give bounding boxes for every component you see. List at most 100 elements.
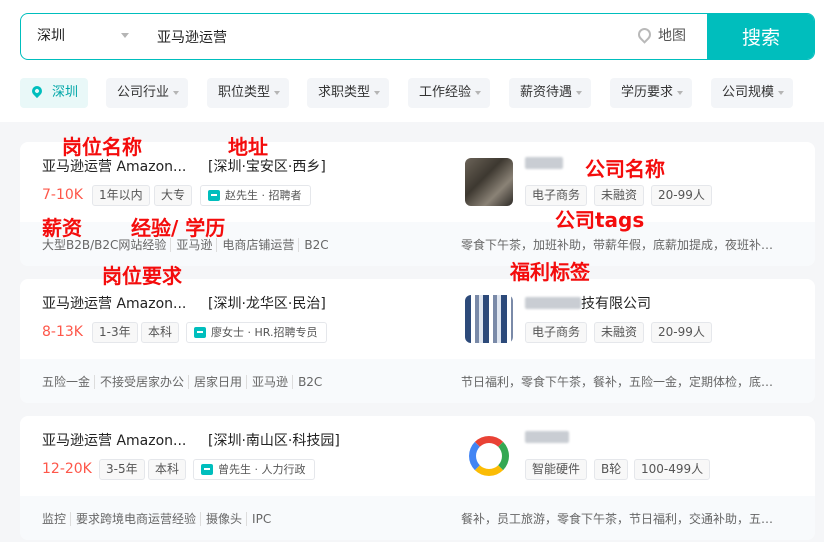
skill-tags: 监控 要求跨境电商运营经验 摄像头 IPC <box>42 510 276 527</box>
company-industry-tag: 智能硬件 <box>525 459 588 480</box>
map-label: 地图 <box>658 28 686 44</box>
welfare-tags: 餐补，员工旅游，零食下午茶，节日福利，交通补助，五险... <box>461 512 781 526</box>
chevron-down-icon[interactable] <box>121 33 129 38</box>
caret-down-icon <box>475 91 481 95</box>
skill-tag: 不接受居家办公 <box>94 375 189 389</box>
company-industry-tag: 电子商务 <box>525 185 588 206</box>
annotation-company-name: 公司名称 <box>585 157 665 181</box>
annotation-company-tags: 公司tags <box>555 208 645 232</box>
logo-ring-icon <box>469 436 509 476</box>
job-card[interactable]: 亚马逊运营 Amazon... [深圳·龙华区·民治] 8-13K 1-3年 本… <box>20 279 815 403</box>
skill-tag: 摄像头 <box>200 512 247 526</box>
hr-contact[interactable]: 廖女士 · HR.招聘专员 <box>186 322 327 343</box>
company-industry-tag: 电子商务 <box>525 322 588 343</box>
job-card[interactable]: 亚马逊运营 Amazon... [深圳·宝安区·西乡] 7-10K 1年以内 大… <box>20 142 815 266</box>
skill-tags: 五险一金 不接受居家办公 居家日用 亚马逊 B2C <box>42 373 327 390</box>
filter-label: 工作经验 <box>419 85 472 100</box>
city-select[interactable]: 深圳 <box>37 14 65 59</box>
filter-job-type[interactable]: 职位类型 <box>207 78 289 108</box>
skill-tag: 电商店铺运营 <box>216 238 299 252</box>
skill-tag: 亚马逊 <box>246 375 293 389</box>
hr-name: 廖女士 · HR.招聘专员 <box>211 326 318 339</box>
salary: 8-13K <box>42 324 83 340</box>
job-title[interactable]: 亚马逊运营 Amazon... <box>42 430 186 450</box>
map-button[interactable]: 地图 <box>635 14 686 59</box>
filter-label: 深圳 <box>52 85 79 100</box>
annotation-address: 地址 <box>228 135 268 159</box>
caret-down-icon <box>173 91 179 95</box>
map-pin-icon <box>635 25 654 44</box>
filter-salary[interactable]: 薪资待遇 <box>509 78 591 108</box>
company-name[interactable] <box>525 156 563 172</box>
annotation-job-title: 岗位名称 <box>62 135 142 159</box>
filter-education[interactable]: 学历要求 <box>610 78 692 108</box>
education-tag: 大专 <box>154 185 193 206</box>
job-card-main[interactable]: 亚马逊运营 Amazon... [深圳·南山区·科技园] 12-20K 3-5年… <box>20 416 815 496</box>
company-logo[interactable] <box>465 295 513 343</box>
welfare-tags: 零食下午茶，加班补助，带薪年假，底薪加提成，夜班补助... <box>461 238 781 252</box>
company-funding-tag: 未融资 <box>594 322 645 343</box>
company-logo[interactable] <box>465 432 513 480</box>
search-input[interactable] <box>157 22 627 52</box>
job-area: [深圳·龙华区·民治] <box>208 296 326 312</box>
filter-label: 公司行业 <box>117 85 170 100</box>
hr-contact[interactable]: 赵先生 · 招聘者 <box>200 185 311 206</box>
skill-tag: 五险一金 <box>42 375 91 389</box>
company-size-tag: 20-99人 <box>651 185 712 206</box>
company-size-tag: 20-99人 <box>651 322 712 343</box>
hr-name: 曾先生 · 人力行政 <box>218 463 306 476</box>
filter-label: 学历要求 <box>621 85 674 100</box>
job-card-footer: 监控 要求跨境电商运营经验 摄像头 IPC 餐补，员工旅游，零食下午茶，节日福利，交通… <box>20 496 815 540</box>
skill-tag: 监控 <box>42 512 67 526</box>
caret-down-icon <box>374 91 380 95</box>
job-card[interactable]: 亚马逊运营 Amazon... [深圳·南山区·科技园] 12-20K 3-5年… <box>20 416 815 540</box>
chat-icon <box>208 190 220 201</box>
blurred-text <box>525 431 569 443</box>
experience-tag: 3-5年 <box>99 459 145 480</box>
filter-seeking-type[interactable]: 求职类型 <box>307 78 389 108</box>
education-tag: 本科 <box>141 322 180 343</box>
filter-label: 公司规模 <box>722 85 775 100</box>
caret-down-icon <box>677 91 683 95</box>
annotation-experience-education: 经验/ 学历 <box>131 216 226 240</box>
job-card-main[interactable]: 亚马逊运营 Amazon... [深圳·龙华区·民治] 8-13K 1-3年 本… <box>20 279 815 359</box>
company-name[interactable]: 技有限公司 <box>525 293 651 313</box>
job-card-footer: 五险一金 不接受居家办公 居家日用 亚马逊 B2C 节日福利，零食下午茶，餐补，五险一金… <box>20 359 815 403</box>
filter-city[interactable]: 深圳 <box>20 78 88 108</box>
skill-tag: 居家日用 <box>188 375 247 389</box>
search-box: 深圳 地图 搜索 <box>20 13 815 60</box>
filter-label: 求职类型 <box>318 85 371 100</box>
filter-label: 职位类型 <box>218 85 271 100</box>
location-pin-icon <box>29 83 45 99</box>
caret-down-icon <box>274 91 280 95</box>
filter-company-size[interactable]: 公司规模 <box>711 78 793 108</box>
filter-experience[interactable]: 工作经验 <box>408 78 490 108</box>
company-funding-tag: B轮 <box>594 459 629 480</box>
company-size-tag: 100-499人 <box>634 459 711 480</box>
search-button[interactable]: 搜索 <box>707 14 814 59</box>
annotation-job-requirements: 岗位要求 <box>102 264 182 288</box>
search-header: 深圳 地图 搜索 深圳 公司行业 职位类型 求职类型 工作经验 薪资待遇 学历要… <box>0 0 824 122</box>
experience-tag: 1-3年 <box>92 322 138 343</box>
skill-tag: IPC <box>246 512 276 526</box>
skill-tag: B2C <box>292 375 327 389</box>
annotation-salary: 薪资 <box>42 216 82 240</box>
chat-icon <box>201 464 213 475</box>
caret-down-icon <box>778 91 784 95</box>
experience-tag: 1年以内 <box>92 185 150 206</box>
filter-industry[interactable]: 公司行业 <box>106 78 188 108</box>
job-title[interactable]: 亚马逊运营 Amazon... <box>42 293 186 313</box>
hr-contact[interactable]: 曾先生 · 人力行政 <box>193 459 315 480</box>
blurred-text <box>525 157 563 169</box>
company-logo[interactable] <box>465 158 513 206</box>
education-tag: 本科 <box>148 459 187 480</box>
company-name[interactable] <box>525 430 569 446</box>
job-area: [深圳·南山区·科技园] <box>208 433 340 449</box>
skill-tag: 要求跨境电商运营经验 <box>70 512 201 526</box>
salary: 7-10K <box>42 187 83 203</box>
annotation-welfare: 福利标签 <box>510 260 590 284</box>
filter-label: 薪资待遇 <box>520 85 573 100</box>
blurred-text <box>525 297 581 309</box>
salary: 12-20K <box>42 461 92 477</box>
caret-down-icon <box>576 91 582 95</box>
